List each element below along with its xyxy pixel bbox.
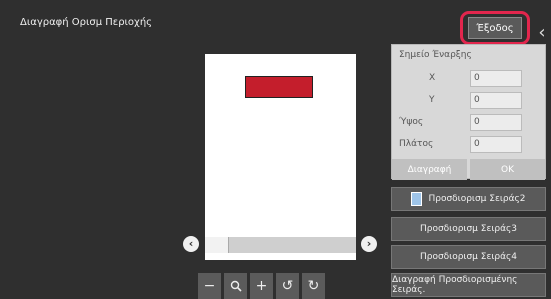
ok-button[interactable]: OK [470,159,545,180]
document-preview[interactable] [205,54,356,260]
panel-title: Σημείο Έναρξης [399,50,472,60]
scroll-right-icon[interactable]: › [361,236,377,252]
sidebar-item-delete-range[interactable]: Διαγραφή Προσδιορισμένης Σειράς. [391,273,546,297]
sidebar-item-range3[interactable]: Προσδιορισμ Σειράς3 [391,217,546,241]
sidebar-item-range4[interactable]: Προσδιορισμ Σειράς4 [391,245,546,269]
x-field[interactable]: 0 [470,70,522,87]
selected-region[interactable] [245,76,313,98]
exit-button[interactable]: Έξοδος [468,17,522,39]
search-icon[interactable] [224,273,247,299]
x-label: X [429,73,436,83]
chevron-left-icon[interactable]: ‹ [534,20,550,46]
rotate-left-icon[interactable]: ↺ [276,273,299,299]
sidebar-item-label: Διαγραφή Προσδιορισμένης Σειράς. [392,275,518,295]
sidebar-item-label: Προσδιορισμ Σειράς3 [419,224,518,234]
root: Διαγραφή Ορισμ Περιοχής Έξοδος ‹ ‹ › − +… [0,0,551,299]
page-title: Διαγραφή Ορισμ Περιοχής [20,17,153,28]
zoom-in-icon[interactable]: + [250,273,273,299]
height-field[interactable]: 0 [470,114,522,131]
sidebar-item-label: Προσδιορισμ Σειράς2 [428,194,526,204]
width-field[interactable]: 0 [470,136,522,153]
scrollbar-thumb[interactable] [205,237,229,253]
zoom-toolbar: − + ↺ ↻ [198,273,330,299]
exit-highlight: Έξοδος [460,11,530,45]
y-field[interactable]: 0 [470,92,522,109]
start-point-panel: Σημείο Έναρξης X 0 Y 0 Ύψος 0 Πλάτος 0 Δ… [391,44,546,180]
document-icon [411,192,423,206]
sidebar-item-range2[interactable]: Προσδιορισμ Σειράς2 [391,187,546,211]
width-label: Πλάτος [399,139,434,149]
scroll-left-icon[interactable]: ‹ [183,236,199,252]
delete-button[interactable]: Διαγραφή [392,159,467,180]
y-label: Y [429,95,435,105]
rotate-right-icon[interactable]: ↻ [302,273,325,299]
height-label: Ύψος [399,117,424,127]
horizontal-scrollbar[interactable] [205,237,356,253]
sidebar-item-label: Προσδιορισμ Σειράς4 [419,252,518,262]
zoom-out-icon[interactable]: − [198,273,221,299]
